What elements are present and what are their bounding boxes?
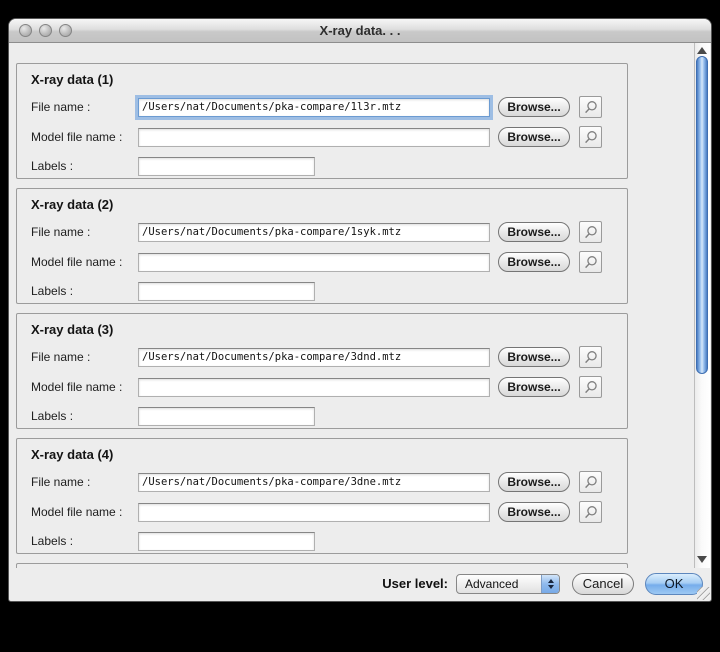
close-button[interactable] [19,24,32,37]
labels-input[interactable] [138,157,315,176]
magnifier-icon [583,130,598,145]
group-title: X-ray data (4) [31,447,627,462]
model-file-input[interactable] [138,128,490,147]
browse-button[interactable]: Browse... [498,252,570,272]
xray-data-group-1: X-ray data (1) File name : Browse... Mod… [16,63,628,179]
user-level-value: Advanced [457,577,541,591]
file-name-input[interactable] [138,348,490,367]
xray-data-group-3: X-ray data (3) File name : Browse... Mod… [16,313,628,429]
browse-button[interactable]: Browse... [498,472,570,492]
file-name-label: File name : [31,350,138,364]
scroll-up-arrow-icon[interactable] [697,47,707,54]
model-file-input[interactable] [138,253,490,272]
magnifier-icon [583,100,598,115]
file-name-input[interactable] [138,473,490,492]
magnifier-icon [583,505,598,520]
model-file-input[interactable] [138,503,490,522]
labels-label: Labels : [31,534,138,548]
xray-data-group-4: X-ray data (4) File name : Browse... Mod… [16,438,628,554]
labels-input[interactable] [138,282,315,301]
model-file-row: Model file name : Browse... [17,372,627,402]
magnifier-icon [583,350,598,365]
cancel-button[interactable]: Cancel [572,573,634,595]
stepper-up-arrow-icon [548,579,554,583]
resize-grip[interactable] [697,587,710,600]
magnifier-button[interactable] [579,96,602,118]
labels-row: Labels : [17,527,627,555]
vertical-scrollbar[interactable] [694,43,710,568]
browse-button[interactable]: Browse... [498,502,570,522]
labels-label: Labels : [31,159,138,173]
model-file-input[interactable] [138,378,490,397]
magnifier-button[interactable] [579,501,602,523]
file-name-input[interactable] [138,223,490,242]
file-name-label: File name : [31,100,138,114]
file-name-label: File name : [31,475,138,489]
labels-row: Labels : [17,152,627,180]
scrollbar-thumb[interactable] [696,56,708,374]
zoom-button[interactable] [59,24,72,37]
model-file-label: Model file name : [31,505,138,519]
magnifier-button[interactable] [579,376,602,398]
browse-button[interactable]: Browse... [498,127,570,147]
bottom-bar: User level: Advanced Cancel OK [9,566,711,601]
user-level-dropdown[interactable]: Advanced [456,574,560,594]
group-title: X-ray data (2) [31,197,627,212]
browse-button[interactable]: Browse... [498,222,570,242]
browse-button[interactable]: Browse... [498,97,570,117]
labels-row: Labels : [17,277,627,305]
file-name-row: File name : Browse... [17,467,627,497]
xray-data-group-2: X-ray data (2) File name : Browse... Mod… [16,188,628,304]
model-file-row: Model file name : Browse... [17,497,627,527]
magnifier-button[interactable] [579,251,602,273]
file-name-row: File name : Browse... [17,217,627,247]
magnifier-button[interactable] [579,221,602,243]
magnifier-icon [583,380,598,395]
model-file-row: Model file name : Browse... [17,122,627,152]
labels-input[interactable] [138,407,315,426]
magnifier-button[interactable] [579,471,602,493]
model-file-label: Model file name : [31,255,138,269]
file-name-row: File name : Browse... [17,92,627,122]
labels-row: Labels : [17,402,627,430]
scroll-down-arrow-icon[interactable] [697,556,707,563]
browse-button[interactable]: Browse... [498,377,570,397]
minimize-button[interactable] [39,24,52,37]
magnifier-icon [583,475,598,490]
dropdown-stepper-icon [541,575,559,593]
browse-button[interactable]: Browse... [498,347,570,367]
magnifier-icon [583,225,598,240]
user-level-label: User level: [382,576,448,591]
magnifier-button[interactable] [579,126,602,148]
title-bar: X-ray data. . . [9,19,711,43]
dialog-window: X-ray data. . . X-ray data (1) File name… [8,18,712,602]
window-controls [19,24,72,37]
file-name-label: File name : [31,225,138,239]
magnifier-icon [583,255,598,270]
labels-label: Labels : [31,284,138,298]
model-file-label: Model file name : [31,380,138,394]
scroll-region: X-ray data (1) File name : Browse... Mod… [9,43,711,568]
group-title: X-ray data (1) [31,72,627,87]
labels-input[interactable] [138,532,315,551]
group-title: X-ray data (3) [31,322,627,337]
magnifier-button[interactable] [579,346,602,368]
model-file-label: Model file name : [31,130,138,144]
ok-button[interactable]: OK [645,573,703,595]
groups-container: X-ray data (1) File name : Browse... Mod… [16,43,628,568]
model-file-row: Model file name : Browse... [17,247,627,277]
labels-label: Labels : [31,409,138,423]
window-title: X-ray data. . . [320,23,401,38]
stepper-down-arrow-icon [548,585,554,589]
file-name-input[interactable] [138,98,490,117]
file-name-row: File name : Browse... [17,342,627,372]
